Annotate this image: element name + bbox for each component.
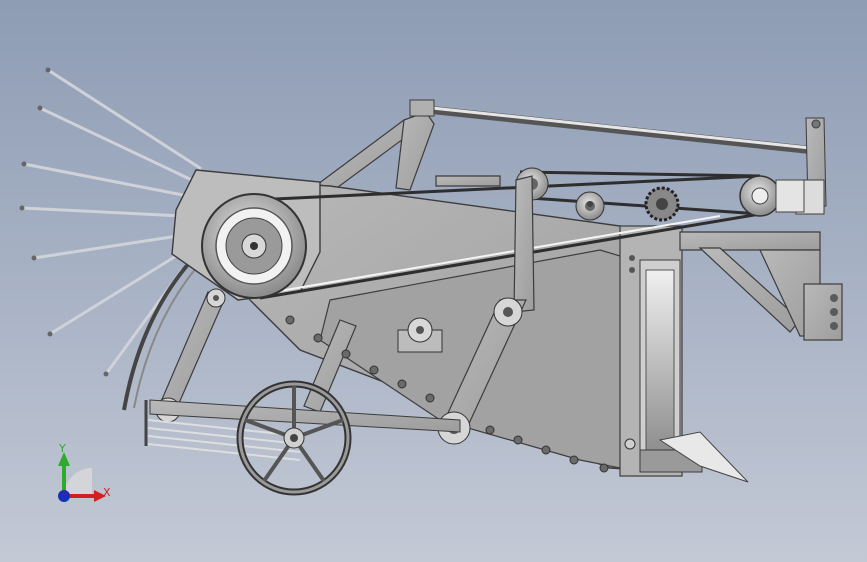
axis-y-label: Y [59,442,66,455]
ground-wheel [236,380,352,496]
reel-tines [20,68,202,376]
hitch-bracket [679,231,843,341]
upper-frame [316,111,501,191]
main-pulley [201,193,307,299]
cad-drawing [19,67,843,502]
sprocket-gear [644,186,680,222]
cad-viewport[interactable]: Y X [0,0,867,562]
hitch-holes [830,294,838,330]
axis-x-label: X [103,486,111,499]
drive-pulley-right [739,175,805,217]
coordinate-triad [58,452,106,502]
reel-tine-tips [19,67,109,377]
top-tie-rod [409,99,814,154]
rake-bars [147,419,301,461]
